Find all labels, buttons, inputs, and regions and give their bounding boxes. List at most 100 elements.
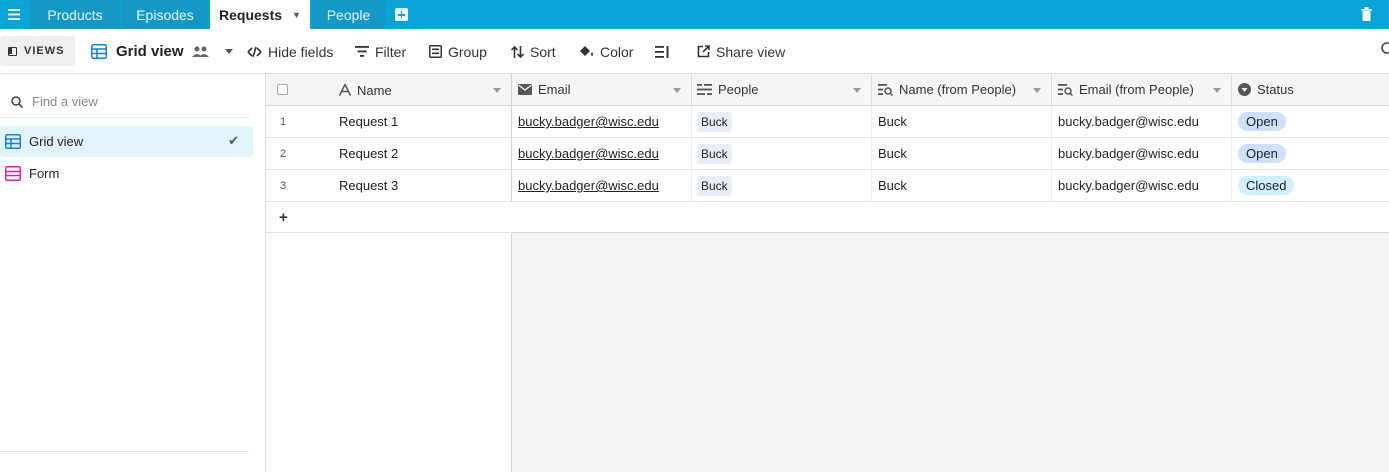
row-height-button[interactable]	[655, 29, 675, 74]
text-field-icon	[339, 84, 351, 96]
cell-name-from-people[interactable]: Buck	[872, 170, 1052, 202]
table-row[interactable]: 3 Request 3	[266, 170, 512, 202]
sidebar-toggle-icon	[8, 46, 17, 56]
column-header-name-from-people[interactable]: Name (from People)	[899, 82, 1016, 97]
row-number: 1	[280, 115, 287, 128]
views-sidebar: Find a view Grid view ✔ Form	[0, 74, 266, 472]
tab-products[interactable]: Products	[30, 0, 120, 29]
tab-label: People	[326, 6, 371, 23]
status-badge: Closed	[1238, 176, 1295, 195]
menu-icon[interactable]	[0, 0, 28, 29]
cell-email-from-people[interactable]: bucky.badger@wisc.edu	[1052, 106, 1232, 138]
cell-name-from-people[interactable]: Buck	[872, 138, 1052, 170]
sort-button[interactable]: Sort	[511, 29, 556, 74]
email-field-icon	[518, 84, 532, 95]
views-toggle-button[interactable]: VIEWS	[0, 36, 75, 66]
hide-fields-button[interactable]: Hide fields	[247, 29, 333, 74]
filter-label: Filter	[375, 43, 407, 60]
hide-fields-label: Hide fields	[268, 43, 334, 60]
add-table-icon[interactable]	[395, 8, 408, 21]
header-status: Status	[1232, 74, 1389, 106]
lookup-value: Buck	[878, 178, 907, 193]
chevron-down-icon[interactable]	[853, 88, 861, 93]
cell-name[interactable]: Request 1	[339, 114, 398, 129]
column-header-people[interactable]: People	[718, 82, 758, 97]
column-header-email[interactable]: Email	[538, 82, 571, 97]
table-row[interactable]: 2 Request 2	[266, 138, 512, 170]
trash-icon[interactable]	[1361, 7, 1372, 21]
paint-bucket-icon	[580, 46, 593, 56]
grid-view-icon	[5, 134, 21, 149]
email-link[interactable]: bucky.badger@wisc.edu	[518, 114, 659, 129]
column-header-status[interactable]: Status	[1257, 82, 1294, 97]
search-icon[interactable]	[1380, 42, 1389, 56]
tab-episodes[interactable]: Episodes	[122, 0, 208, 29]
cell-email[interactable]: bucky.badger@wisc.edu	[512, 170, 692, 202]
cell-name[interactable]: Request 2	[339, 146, 398, 161]
view-toolbar: VIEWS Grid view Hide fields Filter Group…	[0, 29, 1389, 74]
cell-email[interactable]: bucky.badger@wisc.edu	[512, 106, 692, 138]
lookup-value: bucky.badger@wisc.edu	[1058, 178, 1199, 193]
linked-record-chip[interactable]: Buck	[697, 111, 732, 132]
add-row-button[interactable]: +	[266, 202, 512, 233]
tab-label: Episodes	[136, 6, 194, 23]
grid-view-icon	[91, 44, 107, 59]
chevron-down-icon[interactable]	[493, 88, 501, 93]
cell-email[interactable]: bucky.badger@wisc.edu	[512, 138, 692, 170]
view-switcher[interactable]: Grid view	[91, 29, 239, 74]
form-icon	[5, 166, 21, 181]
cell-status[interactable]: Closed	[1232, 170, 1389, 202]
tab-people[interactable]: People	[312, 0, 385, 29]
cell-status[interactable]: Open	[1232, 106, 1389, 138]
email-link[interactable]: bucky.badger@wisc.edu	[518, 178, 659, 193]
column-header-name[interactable]: Name	[357, 83, 392, 98]
header-email: Email	[512, 74, 692, 106]
chevron-down-icon	[224, 49, 233, 54]
chevron-down-icon[interactable]	[1213, 88, 1221, 93]
add-row-area[interactable]	[512, 202, 1389, 233]
row-number: 3	[280, 179, 287, 192]
color-button[interactable]: Color	[579, 29, 633, 74]
lookup-value: bucky.badger@wisc.edu	[1058, 146, 1199, 161]
lookup-field-icon	[878, 83, 893, 96]
group-label: Group	[448, 43, 487, 60]
linked-record-chip[interactable]: Buck	[697, 175, 732, 196]
cell-name-from-people[interactable]: Buck	[872, 106, 1052, 138]
column-header-email-from-people[interactable]: Email (from People)	[1079, 82, 1194, 97]
color-label: Color	[600, 43, 634, 60]
find-view-search[interactable]: Find a view	[0, 86, 250, 118]
views-label: VIEWS	[24, 45, 65, 57]
email-link[interactable]: bucky.badger@wisc.edu	[518, 146, 659, 161]
cell-people[interactable]: Buck	[692, 138, 872, 170]
divider	[0, 451, 249, 452]
cell-status[interactable]: Open	[1232, 138, 1389, 170]
header-people: People	[692, 74, 872, 106]
cell-people[interactable]: Buck	[692, 170, 872, 202]
chevron-down-icon[interactable]	[1033, 88, 1041, 93]
cell-email-from-people[interactable]: bucky.badger@wisc.edu	[1052, 170, 1232, 202]
single-select-icon	[1238, 83, 1251, 96]
tab-bar: Products Episodes Requests ▼ People	[0, 0, 1389, 29]
sidebar-item-form[interactable]: Form	[0, 158, 253, 189]
cell-name[interactable]: Request 3	[339, 178, 398, 193]
link-field-icon	[697, 84, 712, 95]
header-primary: Name	[266, 74, 512, 106]
chevron-down-icon[interactable]	[673, 88, 681, 93]
lookup-value: bucky.badger@wisc.edu	[1058, 114, 1199, 129]
tab-requests[interactable]: Requests ▼	[210, 0, 310, 29]
group-button[interactable]: Group	[429, 29, 487, 74]
lookup-value: Buck	[878, 114, 907, 129]
select-all-checkbox[interactable]	[277, 84, 288, 95]
sidebar-item-grid-view[interactable]: Grid view ✔	[0, 126, 253, 157]
filter-button[interactable]: Filter	[355, 29, 406, 74]
find-view-placeholder: Find a view	[32, 94, 98, 109]
cell-people[interactable]: Buck	[692, 106, 872, 138]
cell-email-from-people[interactable]: bucky.badger@wisc.edu	[1052, 138, 1232, 170]
linked-record-chip[interactable]: Buck	[697, 143, 732, 164]
sidebar-item-label: Grid view	[29, 134, 84, 149]
chevron-down-icon[interactable]: ▼	[292, 10, 301, 20]
status-badge: Open	[1238, 112, 1286, 131]
share-view-label: Share view	[716, 43, 786, 60]
share-view-button[interactable]: Share view	[697, 29, 785, 74]
table-row[interactable]: 1 Request 1	[266, 106, 512, 138]
